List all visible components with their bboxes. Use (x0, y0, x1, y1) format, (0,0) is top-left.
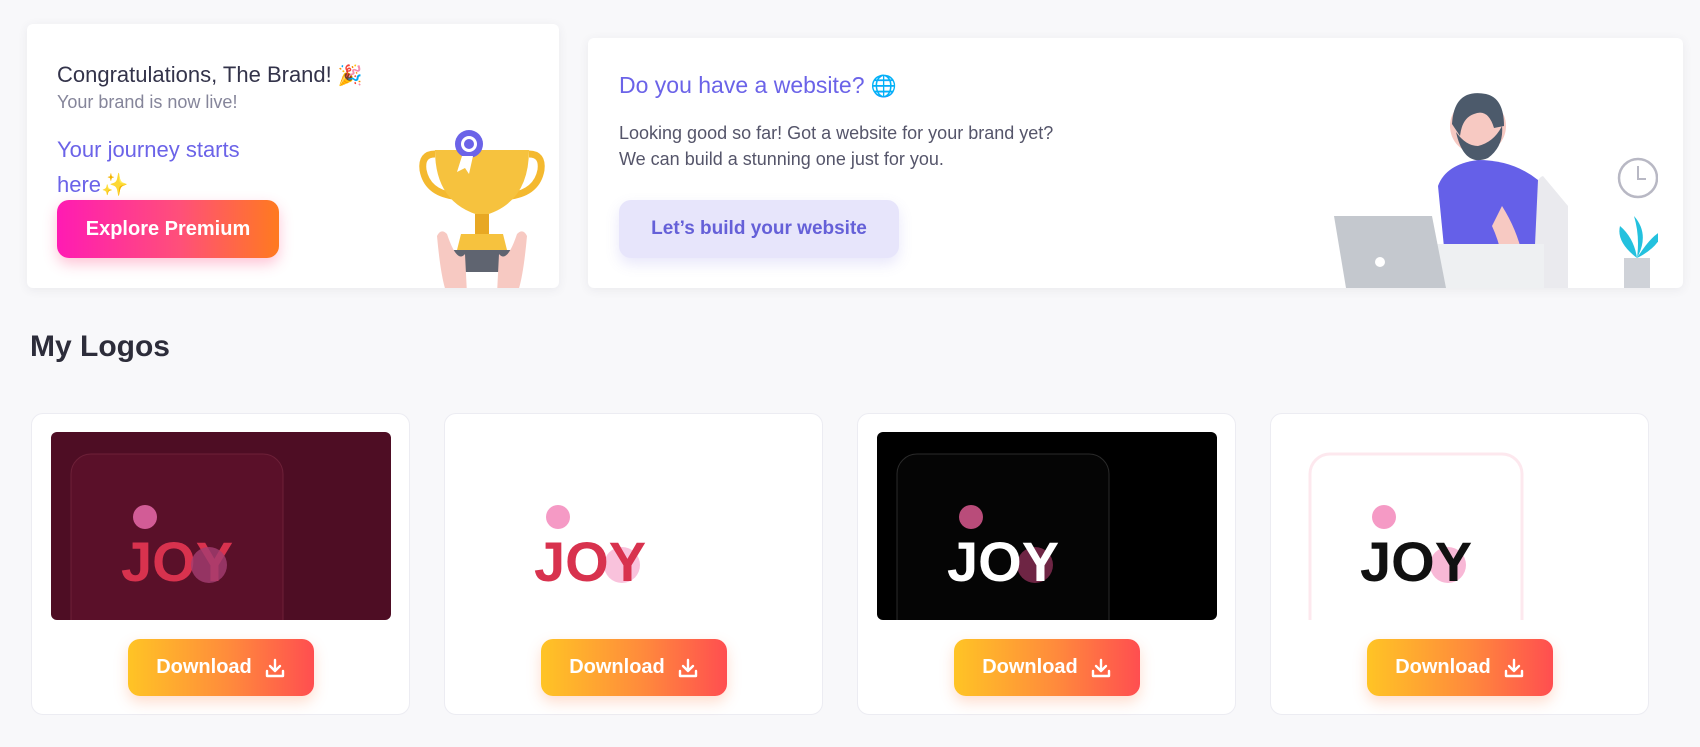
download-label: Download (156, 656, 252, 678)
logo-wordmark: JOY (947, 530, 1059, 593)
website-description: Looking good so far! Got a website for y… (619, 120, 1053, 172)
developer-illustration (1334, 93, 1658, 288)
build-website-button[interactable]: Let’s build your website (619, 200, 899, 258)
logo-dot (546, 505, 570, 529)
trophy-illustration (419, 130, 545, 288)
download-button[interactable]: Download (954, 639, 1140, 696)
website-description-line-2: We can build a stunning one just for you… (619, 149, 944, 169)
congrats-card: Congratulations, The Brand! 🎉 Your brand … (27, 24, 559, 288)
download-icon (1091, 658, 1110, 677)
download-label: Download (1395, 656, 1491, 678)
journey-text: Your journey starts here✨ (57, 137, 240, 197)
explore-premium-button[interactable]: Explore Premium (57, 200, 279, 258)
logo-preview-white[interactable]: JOY (464, 432, 804, 620)
download-button[interactable]: Download (128, 639, 314, 696)
logo-card-white: JOY Download (444, 413, 823, 715)
website-card: Do you have a website? 🌐 Looking good so … (588, 38, 1683, 288)
congrats-title: Congratulations, The Brand! 🎉 (57, 62, 363, 87)
my-logos-title: My Logos (30, 330, 170, 363)
globe-icon: 🌐 (870, 75, 897, 98)
download-label: Download (982, 656, 1078, 678)
logo-preview-light[interactable]: JOY (1290, 432, 1630, 620)
logo-preview-maroon[interactable]: JOY (51, 432, 391, 620)
sparkles-icon: ✨ (101, 172, 129, 197)
logo-preview-black[interactable]: JOY (877, 432, 1217, 620)
logo-card-light: JOY Download (1270, 413, 1649, 715)
joy-logo-black: JOY (896, 453, 1110, 620)
download-button[interactable]: Download (1367, 639, 1553, 696)
download-icon (1504, 658, 1523, 677)
website-description-line-1: Looking good so far! Got a website for y… (619, 123, 1054, 143)
download-button[interactable]: Download (541, 639, 727, 696)
logo-card-maroon: JOY Download (31, 413, 410, 715)
logo-wordmark: JOY (1360, 530, 1472, 593)
joy-logo-light: JOY (1308, 452, 1524, 620)
joy-logo-maroon: JOY (70, 453, 284, 620)
download-icon (678, 658, 697, 677)
logo-wordmark: JOY (534, 530, 646, 593)
congrats-subtitle: Your brand is now live! (57, 92, 238, 112)
logo-card-black: JOY Download (857, 413, 1236, 715)
logo-dot (133, 505, 157, 529)
logo-dot (1372, 505, 1396, 529)
website-title: Do you have a website? 🌐 (619, 72, 897, 98)
download-icon (265, 658, 284, 677)
joy-logo-white: JOY (534, 505, 646, 593)
party-popper-icon: 🎉 (337, 65, 363, 87)
download-label: Download (569, 656, 665, 678)
logo-dot (959, 505, 983, 529)
